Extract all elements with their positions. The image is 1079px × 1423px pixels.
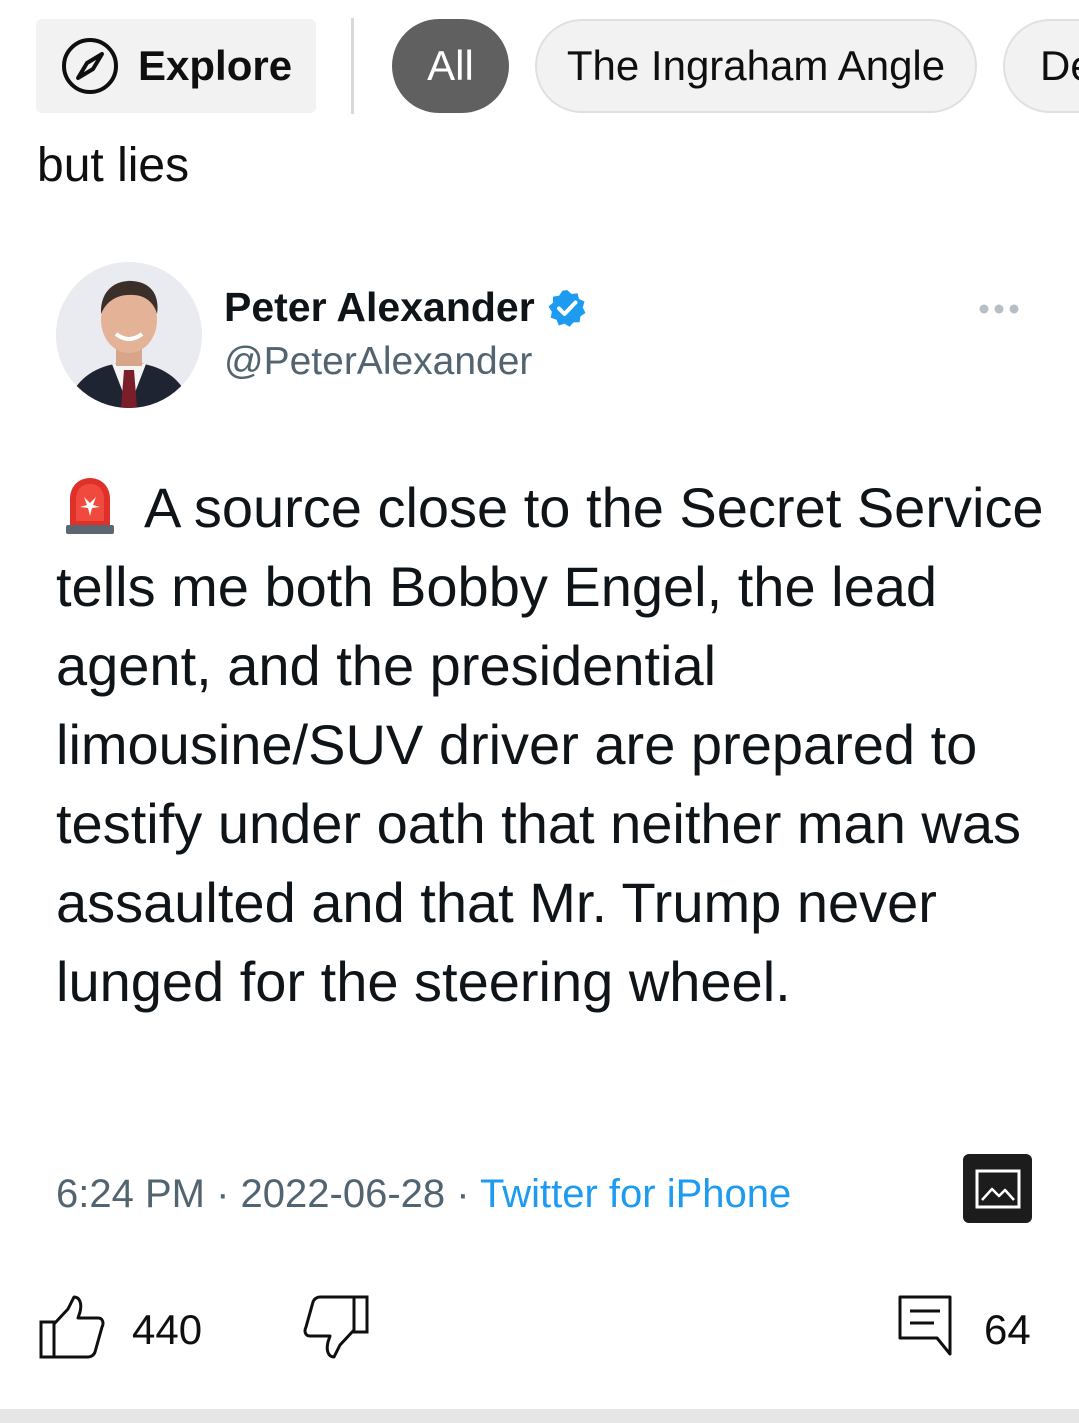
post-action-bar: 440 64 (0, 1280, 1079, 1390)
image-icon (975, 1169, 1020, 1208)
tweet-card: Peter Alexander @PeterAlexander A source… (0, 240, 1079, 1240)
tweet-meta: 6:24 PM · 2022-06-28 · Twitter for iPhon… (56, 1172, 791, 1217)
meta-separator: · (456, 1172, 470, 1216)
verified-badge-icon (548, 289, 586, 327)
meta-separator: · (216, 1172, 230, 1216)
chip-all[interactable]: All (392, 19, 509, 113)
tweet-author-handle[interactable]: @PeterAlexander (224, 340, 532, 384)
chip-partial[interactable]: De (1003, 19, 1079, 113)
thumbs-down-icon[interactable] (302, 1294, 370, 1360)
author-name-text: Peter Alexander (224, 284, 535, 330)
tweet-time: 6:24 PM (56, 1172, 205, 1216)
tweet-date: 2022-06-28 (240, 1172, 446, 1216)
siren-icon (66, 478, 114, 534)
like-count: 440 (132, 1306, 203, 1353)
more-horizontal-icon[interactable] (978, 302, 1020, 316)
bottom-divider (0, 1409, 1079, 1423)
explore-label: Explore (138, 42, 293, 89)
avatar-portrait (56, 262, 202, 408)
explore-button[interactable]: Explore (36, 19, 316, 113)
filter-chip-bar: Explore All The Ingraham Angle De (0, 0, 1079, 130)
tweet-text-body: A source close to the Secret Service tel… (56, 476, 1044, 1013)
thumbs-up-icon[interactable] (38, 1294, 106, 1360)
avatar (56, 262, 202, 408)
chip-divider (351, 18, 354, 114)
post-caption: but lies (37, 139, 190, 192)
tweet-text: A source close to the Secret Service tel… (56, 468, 1046, 1021)
tweet-source-link[interactable]: Twitter for iPhone (480, 1172, 791, 1216)
view-image-button[interactable] (963, 1154, 1032, 1223)
tweet-author-name[interactable]: Peter Alexander (224, 284, 587, 331)
compass-icon (62, 38, 118, 94)
comment-icon[interactable] (897, 1294, 953, 1356)
comment-count: 64 (984, 1306, 1031, 1353)
chip-the-ingraham-angle[interactable]: The Ingraham Angle (535, 19, 977, 113)
